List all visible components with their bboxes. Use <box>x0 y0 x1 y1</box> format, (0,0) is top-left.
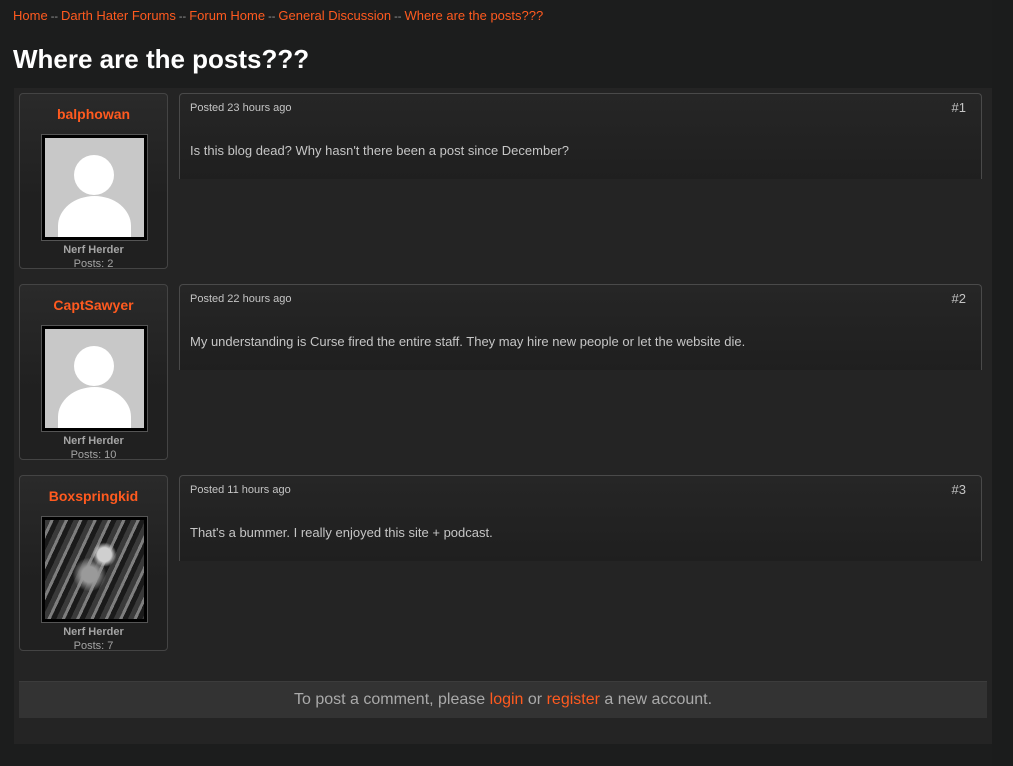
comment-prompt-middle: or <box>527 691 543 708</box>
register-link[interactable]: register <box>547 691 600 708</box>
breadcrumb-darth-hater-forums-link[interactable]: Darth Hater Forums <box>61 8 176 23</box>
author-post-count: Posts: 2 <box>73 258 114 270</box>
avatar[interactable] <box>41 516 148 623</box>
forum-post: Boxspringkid Nerf Herder Posts: 7 Posted… <box>19 475 982 652</box>
forum-post: balphowan Nerf Herder Posts: 2 Posted 23… <box>19 93 982 270</box>
page-title: Where are the posts??? <box>13 44 310 74</box>
author-name-link[interactable]: Boxspringkid <box>20 488 167 504</box>
post-timestamp: Posted 22 hours ago <box>190 293 292 305</box>
breadcrumb-separator: -- <box>178 11 187 23</box>
author-rank: Nerf Herder <box>63 244 124 256</box>
photo-avatar <box>45 520 144 619</box>
post-body: Posted 23 hours ago #1 Is this blog dead… <box>179 93 982 179</box>
author-card: CaptSawyer Nerf Herder Posts: 10 <box>19 284 168 461</box>
breadcrumb-forum-home-link[interactable]: Forum Home <box>189 8 265 23</box>
default-user-avatar-icon <box>45 138 144 237</box>
post-permalink[interactable]: #3 <box>952 482 966 497</box>
breadcrumb-current-thread-link[interactable]: Where are the posts??? <box>404 8 543 23</box>
post-body: Posted 11 hours ago #3 That's a bummer. … <box>179 475 982 561</box>
author-rank: Nerf Herder <box>63 626 124 638</box>
comment-login-prompt: To post a comment, please login or regis… <box>19 681 987 718</box>
breadcrumb-general-discussion-link[interactable]: General Discussion <box>278 8 391 23</box>
breadcrumb-separator: -- <box>394 11 402 23</box>
post-permalink[interactable]: #2 <box>952 291 966 306</box>
post-text: My understanding is Curse fired the enti… <box>190 334 746 349</box>
post-text: That's a bummer. I really enjoyed this s… <box>190 525 493 540</box>
breadcrumb-separator: -- <box>50 11 59 23</box>
avatar[interactable] <box>41 325 148 432</box>
breadcrumb-separator: -- <box>268 11 276 23</box>
author-rank: Nerf Herder <box>63 435 124 447</box>
post-timestamp: Posted 23 hours ago <box>190 102 292 114</box>
page-right-edge <box>992 0 1013 766</box>
post-body: Posted 22 hours ago #2 My understanding … <box>179 284 982 370</box>
post-permalink[interactable]: #1 <box>952 100 966 115</box>
author-name-link[interactable]: CaptSawyer <box>20 297 167 313</box>
author-card: balphowan Nerf Herder Posts: 2 <box>19 93 168 270</box>
author-card: Boxspringkid Nerf Herder Posts: 7 <box>19 475 168 652</box>
breadcrumb-home-link[interactable]: Home <box>13 8 48 23</box>
breadcrumb: Home -- Darth Hater Forums -- Forum Home -- Ge… <box>13 8 543 25</box>
login-link[interactable]: login <box>490 691 524 708</box>
author-post-count: Posts: 10 <box>70 449 117 461</box>
avatar[interactable] <box>41 134 148 241</box>
post-timestamp: Posted 11 hours ago <box>190 484 291 496</box>
comment-prompt-suffix: a new account. <box>604 691 713 708</box>
author-post-count: Posts: 7 <box>73 640 114 652</box>
post-text: Is this blog dead? Why hasn't there been… <box>190 143 569 158</box>
forum-post: CaptSawyer Nerf Herder Posts: 10 Posted … <box>19 284 982 461</box>
default-user-avatar-icon <box>45 329 144 428</box>
author-name-link[interactable]: balphowan <box>20 106 167 122</box>
comment-prompt-prefix: To post a comment, please <box>293 691 486 708</box>
thread-panel: balphowan Nerf Herder Posts: 2 Posted 23… <box>14 88 992 744</box>
